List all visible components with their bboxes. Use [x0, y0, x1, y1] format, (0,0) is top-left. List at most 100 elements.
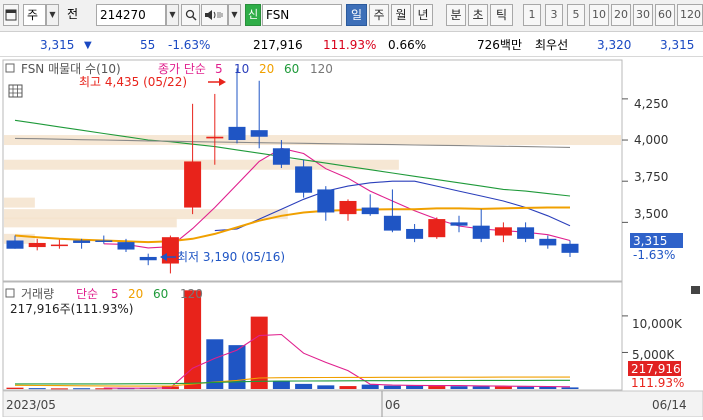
volume-value: 217,916	[253, 38, 303, 52]
candle-body	[184, 161, 202, 208]
search-icon[interactable]	[181, 4, 200, 26]
volume-ma20-legend: 20	[128, 287, 143, 301]
x-axis-bar	[2, 390, 703, 418]
candle-body	[206, 136, 224, 139]
volume-ma120-legend: 120	[180, 287, 203, 301]
candle-body	[50, 244, 68, 247]
candle-body	[339, 200, 357, 215]
window-icon[interactable]	[3, 4, 19, 26]
volume-bar	[50, 388, 68, 390]
current-price: 3,315	[40, 38, 75, 52]
current-change-tag: -1.63%	[633, 248, 675, 262]
x-label-end: 06/14	[652, 398, 687, 412]
volume-bar	[517, 386, 535, 389]
code-dropdown-icon[interactable]: ▼	[166, 4, 179, 26]
current-volume-tag: 217,916	[631, 362, 681, 376]
high-annotation: 최고 4,435 (05/22)	[79, 75, 187, 89]
volume-panel-title: 거래량	[21, 287, 54, 301]
volume-bar	[450, 386, 468, 389]
volume-bar	[295, 383, 313, 389]
price-change: 55	[140, 38, 156, 52]
volume-bar	[561, 387, 579, 389]
candle-body	[6, 240, 24, 249]
candle-body	[95, 240, 113, 242]
volume-bar	[383, 385, 401, 389]
candle-body	[517, 227, 535, 239]
y-tick-4250: 4,250	[634, 97, 668, 111]
stock-name-field[interactable]: FSN	[262, 4, 342, 26]
candle-body	[494, 227, 512, 236]
price-panel-frame	[2, 59, 623, 282]
volume-profile-band	[4, 197, 35, 208]
best-quote-label: 최우선	[535, 38, 569, 52]
candle-body	[250, 130, 268, 137]
volume-bar	[494, 386, 512, 389]
volume-bar	[28, 388, 46, 390]
price-change-percent: -1.63%	[168, 38, 211, 52]
candle-body	[228, 126, 246, 141]
candle-body	[539, 238, 557, 246]
y-tick-3500: 3,500	[634, 207, 668, 221]
low-annotation: 최저 3,190 (05/16)	[177, 250, 285, 264]
down-arrow-icon: ▼	[84, 40, 92, 51]
period-type-dropdown-icon[interactable]: ▼	[46, 4, 59, 26]
grid-table-icon[interactable]	[8, 84, 23, 98]
volume-bar	[272, 380, 290, 389]
volume-bar	[6, 387, 24, 389]
period-type-select[interactable]: 주	[23, 4, 46, 26]
candle-body	[272, 148, 290, 165]
candle-body	[317, 189, 335, 213]
candle-body	[406, 228, 424, 239]
candle-body	[28, 242, 46, 248]
trade-amount: 726백만	[477, 38, 522, 52]
interval-30-button[interactable]: 30	[633, 4, 653, 26]
interval-10-button[interactable]: 10	[589, 4, 609, 26]
volume-bar	[317, 385, 335, 389]
interval-120-button[interactable]: 120	[677, 4, 703, 26]
prev-label: 전	[67, 7, 79, 21]
volume-bar	[339, 386, 357, 389]
ma10-legend: 10	[234, 62, 249, 76]
volume-bar	[539, 386, 557, 389]
signal-badge[interactable]: 신	[245, 4, 261, 26]
interval-5-button[interactable]: 5	[567, 4, 585, 26]
candle-body	[73, 240, 91, 243]
volume-bar	[472, 386, 490, 389]
candle-body	[428, 219, 446, 238]
tab-month[interactable]: 월	[391, 4, 411, 26]
ma-label: 종가 단순	[158, 62, 206, 76]
interval-3-button[interactable]: 3	[545, 4, 563, 26]
volume-profile-band	[4, 217, 177, 228]
best-ask: 3,315	[660, 38, 695, 52]
tab-tick[interactable]: 틱	[490, 4, 513, 26]
ma5-legend: 5	[215, 62, 223, 76]
ma60-legend: 60	[284, 62, 299, 76]
vol-tick-5000k: 5,000K	[632, 348, 675, 362]
candle-body	[472, 225, 490, 239]
candle-body	[383, 215, 401, 231]
interval-20-button[interactable]: 20	[611, 4, 631, 26]
tab-second[interactable]: 초	[468, 4, 488, 26]
volume-panel-close-icon[interactable]	[691, 286, 700, 294]
sound-dropdown-icon[interactable]: ▼	[228, 4, 241, 26]
candle-body	[295, 166, 313, 193]
candle-body	[139, 256, 157, 261]
interval-1-button[interactable]: 1	[523, 4, 541, 26]
candle-body	[117, 242, 135, 250]
sound-icon[interactable]	[201, 4, 228, 26]
volume-ma60-legend: 60	[153, 287, 168, 301]
ma20-legend: 20	[259, 62, 274, 76]
volume-current-label: 217,916주(111.93%)	[10, 302, 133, 316]
tab-minute[interactable]: 분	[446, 4, 466, 26]
y-tick-4000: 4,000	[634, 133, 668, 147]
candle-body	[450, 222, 468, 226]
stock-code-input[interactable]: 214270	[96, 4, 166, 26]
tab-day[interactable]: 일	[346, 4, 367, 26]
quote-bar: 3,315 ▼ 55 -1.63% 217,916 111.93% 0.66% …	[0, 33, 703, 57]
tab-week[interactable]: 주	[369, 4, 389, 26]
tab-year[interactable]: 년	[413, 4, 433, 26]
candle-body	[561, 243, 579, 253]
chart-area[interactable]: FSN 매물대 수(10) 종가 단순 5 10 20 60 120 최고 4,…	[0, 59, 703, 418]
vol-tick-10000k: 10,000K	[632, 317, 683, 331]
interval-60-button[interactable]: 60	[655, 4, 675, 26]
